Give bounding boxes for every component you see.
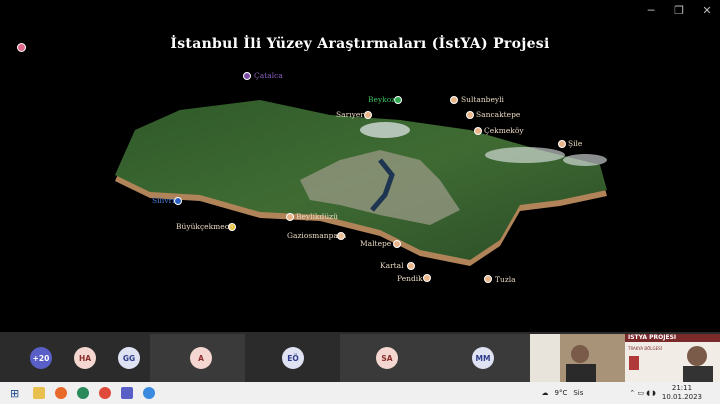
presenter-video bbox=[625, 334, 720, 382]
beylikduzu-marker bbox=[286, 213, 294, 221]
avatar[interactable]: MM bbox=[472, 347, 494, 369]
cloud bbox=[563, 154, 607, 166]
clock-time[interactable]: 21:11 bbox=[672, 384, 692, 393]
label-kartal: Kartal bbox=[380, 261, 404, 270]
label-pendik: Pendik bbox=[397, 274, 423, 283]
camera-banner: İSTYA PROJESİ bbox=[628, 334, 677, 341]
avatar[interactable]: SA bbox=[376, 347, 398, 369]
clock-date[interactable]: 10.01.2023 bbox=[662, 393, 702, 402]
label-sultanbeyli: Sultanbeyli bbox=[461, 95, 504, 104]
label-catalca: Çatalca bbox=[254, 71, 283, 80]
sultanbeyli-marker bbox=[450, 96, 458, 104]
label-sariyer: Sarıyer bbox=[336, 110, 364, 119]
label-gaziosmanpasa: Gaziosmanpaşa bbox=[287, 231, 347, 240]
label-tuzla: Tuzla bbox=[495, 275, 516, 284]
avatar[interactable]: GG bbox=[118, 347, 140, 369]
camera-feed-1[interactable] bbox=[530, 334, 625, 382]
label-buyukcekmece: Büyükçekmece bbox=[176, 222, 234, 231]
camera-subbanner: TRAKYA BÖLGESİ bbox=[628, 346, 662, 351]
sile-marker bbox=[558, 140, 566, 148]
weather-icon[interactable]: ☁ bbox=[541, 389, 548, 397]
tuzla-marker bbox=[484, 275, 492, 283]
silivri-marker bbox=[174, 197, 182, 205]
sancaktepe-marker bbox=[466, 111, 474, 119]
sariyer-marker bbox=[364, 111, 372, 119]
catalca-marker bbox=[243, 72, 251, 80]
cloud bbox=[360, 122, 410, 138]
kartal-marker bbox=[407, 262, 415, 270]
tray-icons[interactable]: ⌃ ▭ ◖ ◗ bbox=[629, 389, 656, 397]
maltepe-marker bbox=[393, 240, 401, 248]
teams-icon[interactable] bbox=[121, 387, 134, 399]
app-icon[interactable] bbox=[143, 387, 156, 399]
more-participants-button[interactable]: +20 bbox=[30, 347, 52, 369]
avatar[interactable]: EÖ bbox=[282, 347, 304, 369]
label-maltepe: Maltepe bbox=[360, 239, 392, 248]
istanbul-map bbox=[115, 100, 607, 266]
camera-feed-2[interactable]: İSTYA PROJESİ TRAKYA BÖLGESİ bbox=[625, 334, 720, 382]
system-tray: ☁ 9°C Sis ⌃ ▭ ◖ ◗ 21:11 10.01.2023 bbox=[541, 382, 720, 404]
weather-desc: Sis bbox=[573, 389, 584, 397]
label-silivri: Silivri bbox=[152, 196, 175, 205]
app-icon[interactable] bbox=[77, 387, 90, 399]
weather-temp: 9°C bbox=[554, 389, 568, 397]
label-beylikduzu: Beylikdüzü bbox=[296, 212, 338, 221]
cekmekoy-marker bbox=[474, 127, 482, 135]
firefox-icon[interactable] bbox=[55, 387, 68, 399]
taskbar: ⊞ ☁ 9°C Sis ⌃ ▭ ◖ ◗ 21:11 10.01.2023 bbox=[0, 382, 720, 404]
person-video bbox=[530, 334, 625, 382]
avatar[interactable]: HA bbox=[74, 347, 96, 369]
label-cekmekoy: Çekmeköy bbox=[484, 126, 524, 135]
windows-start-icon[interactable]: ⊞ bbox=[10, 387, 19, 400]
label-sancaktepe: Sancaktepe bbox=[476, 110, 521, 119]
cloud bbox=[485, 147, 565, 163]
label-sile: Şile bbox=[568, 139, 583, 148]
chrome-icon[interactable] bbox=[99, 387, 112, 399]
file-explorer-icon[interactable] bbox=[33, 387, 46, 399]
pendik-marker bbox=[423, 274, 431, 282]
label-beykoz: Beykoz bbox=[368, 95, 396, 104]
avatar[interactable]: A bbox=[190, 347, 212, 369]
